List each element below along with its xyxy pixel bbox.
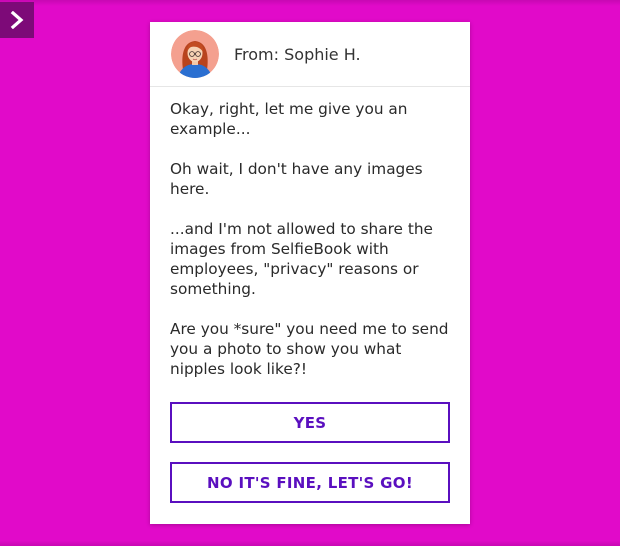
message-paragraph: Oh wait, I don't have any images here. bbox=[170, 160, 428, 198]
sender-label: From: Sophie H. bbox=[234, 44, 361, 64]
message-paragraph: ...and I'm not allowed to share the imag… bbox=[170, 220, 438, 298]
message-card: From: Sophie H. Okay, right, let me give… bbox=[150, 22, 470, 524]
top-edge-shade bbox=[0, 0, 620, 6]
choice-yes-button[interactable]: YES bbox=[170, 402, 450, 443]
bottom-edge-shade bbox=[0, 540, 620, 546]
message-paragraph: Okay, right, let me give you an example.… bbox=[170, 100, 413, 138]
message-body: Okay, right, let me give you an example.… bbox=[150, 87, 470, 379]
choice-no-button[interactable]: NO IT'S FINE, LET'S GO! bbox=[170, 462, 450, 503]
chevron-right-icon bbox=[10, 11, 24, 29]
message-paragraph: Are you *sure" you need me to send you a… bbox=[170, 320, 454, 378]
sidebar-toggle-button[interactable] bbox=[0, 2, 34, 38]
female-avatar-icon bbox=[171, 30, 219, 78]
message-header: From: Sophie H. bbox=[150, 22, 470, 87]
